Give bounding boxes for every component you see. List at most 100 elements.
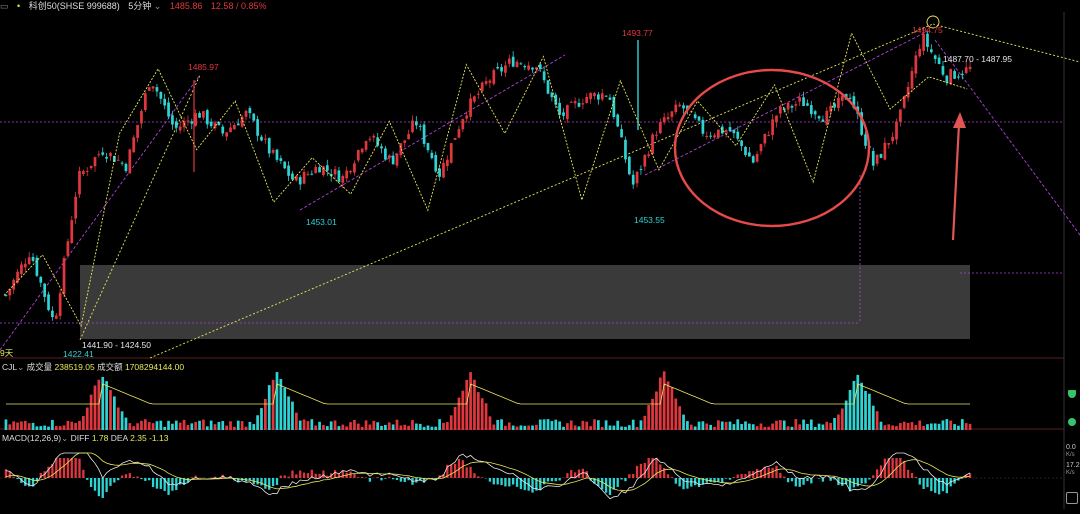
candle-body <box>97 154 101 156</box>
volume-bar <box>43 425 47 430</box>
volume-bar <box>662 371 666 430</box>
candle-body <box>74 196 77 219</box>
candle-body <box>748 152 751 157</box>
volume-bar <box>329 421 333 430</box>
candle-body <box>101 152 105 155</box>
candle-body <box>496 66 500 69</box>
volume-bar <box>631 419 635 430</box>
candle-body <box>337 170 341 182</box>
volume-bar <box>577 426 581 430</box>
candle-body <box>27 257 31 265</box>
volume-bar <box>566 423 569 430</box>
menu-icon[interactable]: ▭ <box>0 1 9 11</box>
candle-body <box>616 114 620 127</box>
candle-body <box>914 55 918 74</box>
candle-body <box>186 120 190 122</box>
candle-body <box>802 97 805 107</box>
volume-bar <box>271 379 275 430</box>
volume-bar <box>333 420 337 430</box>
dea-value: 2.35 <box>130 433 147 443</box>
volume-bar <box>132 426 136 430</box>
volume-bar <box>767 426 771 430</box>
candle-body <box>488 80 492 83</box>
candle-body <box>171 115 174 125</box>
volume-bar <box>453 407 457 430</box>
volume-bar <box>546 419 550 430</box>
candle-body <box>813 111 817 115</box>
collapse-icon[interactable] <box>1066 492 1078 504</box>
candle-body <box>205 110 209 125</box>
candle-body <box>806 103 809 106</box>
volume-bar <box>407 425 410 430</box>
candle-body <box>655 134 658 136</box>
candle-body <box>957 76 960 78</box>
shield-icon[interactable] <box>1068 390 1076 398</box>
candle-body <box>51 310 54 318</box>
chevron-down-icon[interactable]: ⌄ <box>154 1 162 11</box>
volume-bar <box>275 372 279 430</box>
volume-bar <box>643 415 647 430</box>
candle-body <box>23 263 27 268</box>
volume-bar <box>589 426 592 430</box>
volume-bar <box>368 424 372 430</box>
candle-body <box>190 121 194 124</box>
volume-bar <box>538 419 542 430</box>
right-side-strip: 0.0 K/s 17.2 K/s <box>1064 388 1080 476</box>
badge-icon[interactable] <box>1068 418 1076 426</box>
candle-body <box>395 153 399 166</box>
volume-bar <box>399 425 403 430</box>
volume-bar <box>639 420 643 430</box>
candle-body <box>360 148 364 153</box>
candle-body <box>484 81 488 84</box>
candle-body <box>418 125 422 127</box>
candle-body <box>39 276 43 283</box>
volume-bar <box>341 424 345 430</box>
symbol-title[interactable]: 科创50(SHSE 999688) <box>29 1 120 11</box>
volume-bar <box>318 421 321 430</box>
volume-bar <box>554 419 558 430</box>
volume-bar <box>345 426 349 430</box>
volume-bar <box>136 423 139 430</box>
candle-body <box>527 65 531 70</box>
volume-indicator[interactable]: CJL <box>2 362 17 372</box>
volume-bar <box>604 420 608 430</box>
candle-body <box>407 134 410 140</box>
volume-bar <box>267 385 271 430</box>
candle-body <box>453 138 457 140</box>
candle-body <box>469 98 472 117</box>
volume-bar <box>244 426 248 430</box>
volume-bar <box>542 419 546 430</box>
candle-body <box>763 133 767 144</box>
volume-bar <box>27 423 31 430</box>
price-annotation-range: 1487.70 - 1487.95 <box>943 54 1012 64</box>
candle-body <box>140 110 143 124</box>
volume-bar <box>484 403 488 430</box>
candle-body <box>546 80 550 94</box>
candle-body <box>542 71 546 81</box>
volume-bar <box>492 424 496 430</box>
volume-bar <box>918 420 922 430</box>
macd-name[interactable]: MACD(12,26,9) <box>2 433 61 443</box>
candle-body <box>82 171 85 175</box>
period-selector[interactable]: 5分钟 <box>128 1 151 11</box>
candle-body <box>620 129 623 138</box>
candle-body <box>848 97 852 99</box>
volume-bar <box>496 419 500 430</box>
last-price: 1485.86 <box>169 1 203 11</box>
candle-body <box>511 56 515 67</box>
volume-bar <box>47 426 50 430</box>
volume-bar <box>511 425 515 430</box>
chevron-down-icon[interactable]: ⌄ <box>17 362 24 372</box>
volume-bar <box>957 425 960 430</box>
volume-bar <box>74 423 77 430</box>
candle-body <box>314 167 318 174</box>
volume-bar <box>523 425 527 430</box>
candle-body <box>651 134 654 154</box>
volume-bar <box>395 419 399 430</box>
candle-body <box>604 95 608 97</box>
candle-body <box>132 137 136 153</box>
volume-bar <box>302 419 306 430</box>
chevron-down-icon[interactable]: ⌄ <box>61 433 68 443</box>
candle-body <box>515 61 519 68</box>
volume-bar <box>221 421 225 430</box>
